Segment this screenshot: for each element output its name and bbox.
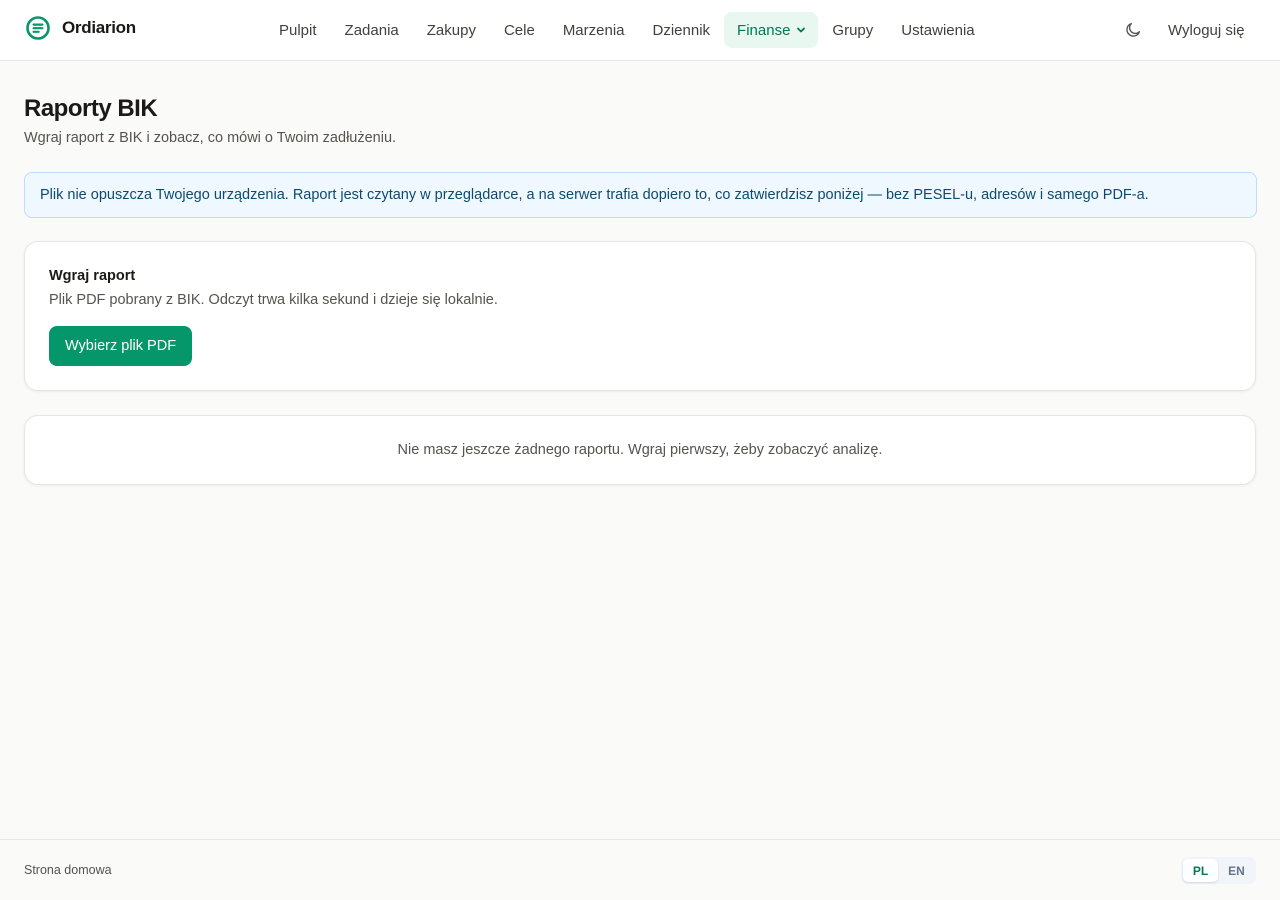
choose-pdf-button[interactable]: Wybierz plik PDF bbox=[49, 326, 193, 366]
top-navigation-bar: Ordiarion Pulpit Zadania Zakupy Cele Mar… bbox=[0, 0, 1280, 61]
nav-item-zadania[interactable]: Zadania bbox=[331, 12, 413, 48]
ordiarion-logo-icon bbox=[26, 16, 50, 40]
privacy-notice-text: Plik nie opuszcza Twojego urządzenia. Ra… bbox=[40, 187, 1149, 203]
nav-item-pulpit[interactable]: Pulpit bbox=[265, 12, 331, 48]
language-pl-button[interactable]: PL bbox=[1183, 859, 1218, 882]
nav-item-zakupy[interactable]: Zakupy bbox=[413, 12, 490, 48]
language-en-button[interactable]: EN bbox=[1219, 859, 1254, 882]
nav-item-cele[interactable]: Cele bbox=[490, 12, 549, 48]
upload-card: Wgraj raport Plik PDF pobrany z BIK. Odc… bbox=[24, 241, 1256, 391]
nav-item-grupy[interactable]: Grupy bbox=[818, 12, 887, 48]
nav-item-finanse-label: Finanse bbox=[737, 21, 791, 39]
theme-toggle-button[interactable] bbox=[1120, 17, 1146, 43]
nav-item-dziennik[interactable]: Dziennik bbox=[639, 12, 725, 48]
nav-item-ustawienia[interactable]: Ustawienia bbox=[887, 12, 988, 48]
footer: Strona domowa PL EN bbox=[0, 839, 1280, 900]
privacy-notice: Plik nie opuszcza Twojego urządzenia. Ra… bbox=[24, 172, 1257, 218]
page-title: Raporty BIK bbox=[24, 95, 158, 122]
upload-card-title: Wgraj raport bbox=[49, 268, 136, 284]
chevron-down-icon bbox=[797, 27, 806, 33]
app-name: Ordiarion bbox=[62, 18, 136, 37]
empty-state-text: Nie masz jeszcze żadnego raportu. Wgraj … bbox=[397, 442, 883, 458]
logout-button[interactable]: Wyloguj się bbox=[1160, 12, 1253, 48]
upload-card-description: Plik PDF pobrany z BIK. Odczyt trwa kilk… bbox=[49, 292, 498, 308]
page-subtitle: Wgraj raport z BIK i zobacz, co mówi o T… bbox=[24, 130, 397, 146]
empty-state-card: Nie masz jeszcze żadnego raportu. Wgraj … bbox=[24, 415, 1256, 485]
main-nav: Pulpit Zadania Zakupy Cele Marzenia Dzie… bbox=[265, 12, 989, 48]
nav-item-finanse[interactable]: Finanse bbox=[724, 12, 819, 48]
language-switch: PL EN bbox=[1181, 857, 1256, 884]
nav-item-marzenia[interactable]: Marzenia bbox=[549, 12, 639, 48]
moon-icon bbox=[1126, 22, 1141, 37]
home-page-link[interactable]: Strona domowa bbox=[24, 863, 112, 877]
brand[interactable]: Ordiarion bbox=[25, 14, 136, 42]
